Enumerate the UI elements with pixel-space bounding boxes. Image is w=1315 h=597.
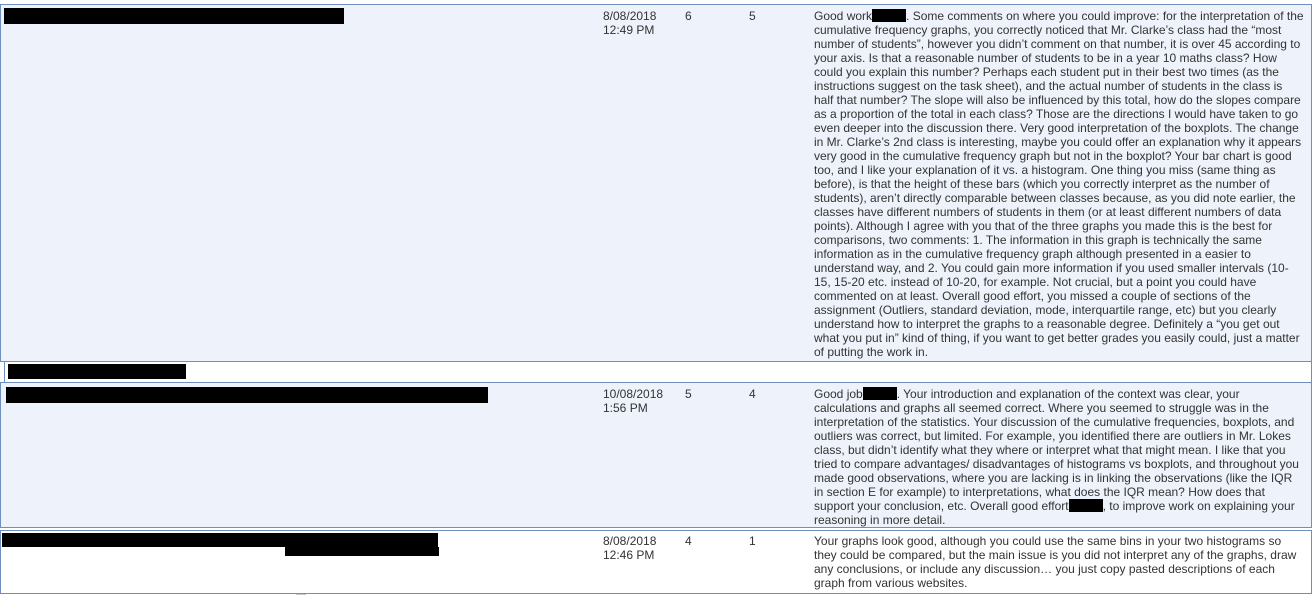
redacted-student-name-line2 <box>285 547 439 556</box>
feedback-text: Good job. Your introduction and explanat… <box>814 387 1299 527</box>
redacted-student-name <box>6 387 488 403</box>
feedback-text: Your graphs look good, although you coul… <box>814 534 1297 590</box>
score-1: 6 <box>685 9 692 23</box>
submission-date: 8/08/2018 12:46 PM <box>603 534 657 562</box>
feedback-text: Good work. Some comments on where you co… <box>814 9 1304 359</box>
divider <box>296 594 306 595</box>
table-row: 8/08/2018 12:49 PM 6 5 Good work. Some c… <box>0 4 1312 362</box>
score-2: 4 <box>749 387 756 401</box>
submission-date: 10/08/2018 1:56 PM <box>603 387 664 415</box>
redacted-student-name <box>2 533 438 547</box>
score-1: 4 <box>685 534 692 548</box>
score-2: 5 <box>749 9 756 23</box>
score-2: 1 <box>749 534 756 548</box>
table-row: 8/08/2018 12:46 PM 4 1 Your graphs look … <box>0 530 1312 594</box>
redacted-group-name <box>8 364 186 379</box>
submission-date: 8/08/2018 12:49 PM <box>603 9 657 37</box>
score-1: 5 <box>685 387 692 401</box>
redacted-name <box>862 387 897 400</box>
redacted-name <box>1068 499 1103 512</box>
table-row: 10/08/2018 1:56 PM 5 4 Good job. Your in… <box>0 382 1312 528</box>
group-header <box>4 362 1312 382</box>
redacted-name <box>872 9 907 22</box>
redacted-student-name <box>4 8 344 24</box>
